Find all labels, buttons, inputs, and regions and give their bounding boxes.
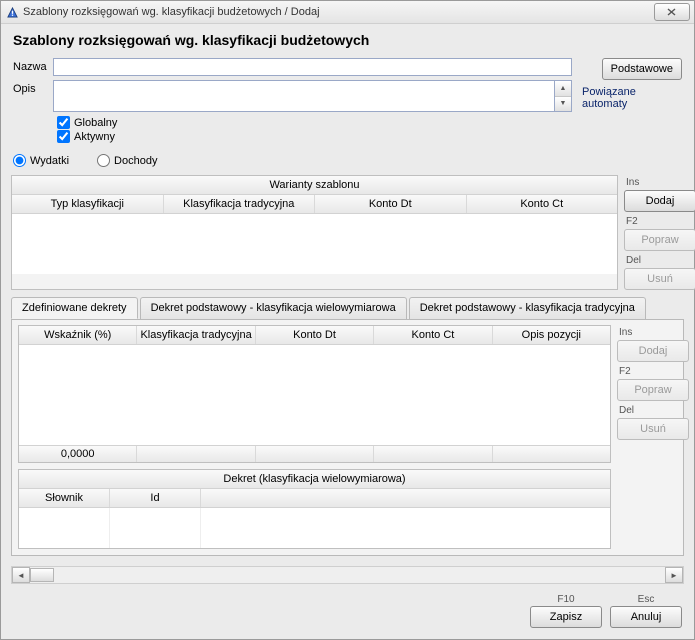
decrees-grid-body[interactable] (19, 345, 610, 445)
scroll-left-arrow-icon[interactable]: ◄ (12, 567, 30, 583)
scroll-thumb[interactable] (30, 568, 54, 582)
active-checkbox[interactable]: Aktywny (57, 130, 572, 143)
active-checkbox-label: Aktywny (74, 131, 115, 143)
decrees-footer: 0,0000 (19, 445, 610, 462)
incomes-radio-input[interactable] (97, 154, 110, 167)
decrees-col-trad[interactable]: Klasyfikacja tradycyjna (137, 326, 255, 344)
decrees-edit-button: Popraw (617, 379, 689, 401)
mdim-grid: Dekret (klasyfikacja wielowymiarowa) Sło… (18, 469, 611, 549)
hint-f2-2: F2 (619, 366, 677, 377)
titlebar: Szablony rozksięgowań wg. klasyfikacji b… (1, 1, 694, 24)
hint-f10: F10 (557, 594, 574, 605)
tabbody: Wskaźnik (%) Klasyfikacja tradycyjna Kon… (11, 319, 684, 556)
basic-button[interactable]: Podstawowe (602, 58, 682, 80)
mdim-header: Słownik Id (19, 489, 610, 508)
tab-base-multidim[interactable]: Dekret podstawowy - klasyfikacja wielowy… (140, 297, 407, 319)
desc-textarea[interactable] (53, 80, 555, 112)
decrees-col-desc[interactable]: Opis pozycji (493, 326, 610, 344)
decrees-add-button: Dodaj (617, 340, 689, 362)
horizontal-scrollbar[interactable]: ◄ ► (11, 566, 684, 584)
decrees-side: Ins Dodaj F2 Popraw Del Usuń (617, 325, 677, 549)
mdim-col-dict[interactable]: Słownik (19, 489, 110, 507)
hint-ins: Ins (626, 177, 684, 188)
form-left: Nazwa Opis ▲ ▼ Globalny Aktywny (13, 58, 572, 144)
decrees-footer-sum: 0,0000 (19, 446, 137, 462)
decrees-header: Wskaźnik (%) Klasyfikacja tradycyjna Kon… (19, 326, 610, 345)
related-automats-link[interactable]: Powiązane automaty (582, 86, 682, 110)
form-area: Nazwa Opis ▲ ▼ Globalny Aktywny (1, 56, 694, 150)
name-input[interactable] (53, 58, 572, 76)
dialog-window: { "window": { "title": "Szablony rozksię… (0, 0, 695, 640)
save-button[interactable]: Zapisz (530, 606, 602, 628)
app-icon (5, 5, 19, 19)
close-icon (666, 8, 678, 16)
desc-spinner[interactable]: ▲ ▼ (555, 80, 572, 112)
scroll-right-arrow-icon[interactable]: ► (665, 567, 683, 583)
hint-esc: Esc (638, 594, 655, 605)
action-bar: F10 Zapisz Esc Anuluj (1, 588, 694, 634)
chevron-down-icon[interactable]: ▼ (555, 96, 571, 112)
global-checkbox-label: Globalny (74, 117, 117, 129)
variants-add-button[interactable]: Dodaj (624, 190, 695, 212)
window-title: Szablony rozksięgowań wg. klasyfikacji b… (23, 6, 654, 18)
name-label: Nazwa (13, 58, 53, 73)
desc-label: Opis (13, 80, 53, 95)
mdim-grid-body[interactable] (19, 508, 610, 548)
decrees-col-indicator[interactable]: Wskaźnik (%) (19, 326, 137, 344)
page-title: Szablony rozksięgowań wg. klasyfikacji b… (1, 24, 694, 56)
variants-col-type[interactable]: Typ klasyfikacji (12, 195, 164, 213)
active-checkbox-input[interactable] (57, 130, 70, 143)
close-button[interactable] (654, 3, 690, 21)
decrees-col-ct[interactable]: Konto Ct (374, 326, 492, 344)
expenses-radio[interactable]: Wydatki (13, 154, 69, 167)
tab-defined-decrees[interactable]: Zdefiniowane dekrety (11, 297, 138, 319)
scroll-track[interactable] (30, 568, 665, 582)
variants-grid-body[interactable] (12, 214, 617, 274)
variants-section: Warianty szablonu Typ klasyfikacji Klasy… (11, 175, 684, 290)
variants-header: Typ klasyfikacji Klasyfikacja tradycyjna… (12, 195, 617, 214)
cancel-button[interactable]: Anuluj (610, 606, 682, 628)
expenses-radio-label: Wydatki (30, 155, 69, 167)
radio-row: Wydatki Dochody (1, 150, 694, 171)
tabs: Zdefiniowane dekrety Dekret podstawowy -… (11, 297, 684, 320)
mdim-caption: Dekret (klasyfikacja wielowymiarowa) (19, 470, 610, 489)
variants-panel: Warianty szablonu Typ klasyfikacji Klasy… (11, 175, 618, 290)
incomes-radio[interactable]: Dochody (97, 154, 157, 167)
hint-del-2: Del (619, 405, 677, 416)
hint-ins-2: Ins (619, 327, 677, 338)
variants-col-dt[interactable]: Konto Dt (315, 195, 467, 213)
tab-base-traditional[interactable]: Dekret podstawowy - klasyfikacja tradycy… (409, 297, 646, 319)
hint-f2: F2 (626, 216, 684, 227)
mdim-col-id[interactable]: Id (110, 489, 201, 507)
expenses-radio-input[interactable] (13, 154, 26, 167)
variants-col-ct[interactable]: Konto Ct (467, 195, 618, 213)
decrees-delete-button: Usuń (617, 418, 689, 440)
tab-content: Wskaźnik (%) Klasyfikacja tradycyjna Kon… (18, 325, 611, 549)
variants-caption: Warianty szablonu (12, 176, 617, 195)
incomes-radio-label: Dochody (114, 155, 157, 167)
chevron-up-icon[interactable]: ▲ (555, 81, 571, 96)
variants-col-trad[interactable]: Klasyfikacja tradycyjna (164, 195, 316, 213)
global-checkbox[interactable]: Globalny (57, 116, 572, 129)
form-right: Podstawowe Powiązane automaty (582, 58, 682, 144)
variants-edit-button: Popraw (624, 229, 695, 251)
hint-del: Del (626, 255, 684, 266)
decrees-col-dt[interactable]: Konto Dt (256, 326, 374, 344)
variants-side: Ins Dodaj F2 Popraw Del Usuń (624, 175, 684, 290)
decrees-grid: Wskaźnik (%) Klasyfikacja tradycyjna Kon… (18, 325, 611, 463)
variants-delete-button: Usuń (624, 268, 695, 290)
global-checkbox-input[interactable] (57, 116, 70, 129)
